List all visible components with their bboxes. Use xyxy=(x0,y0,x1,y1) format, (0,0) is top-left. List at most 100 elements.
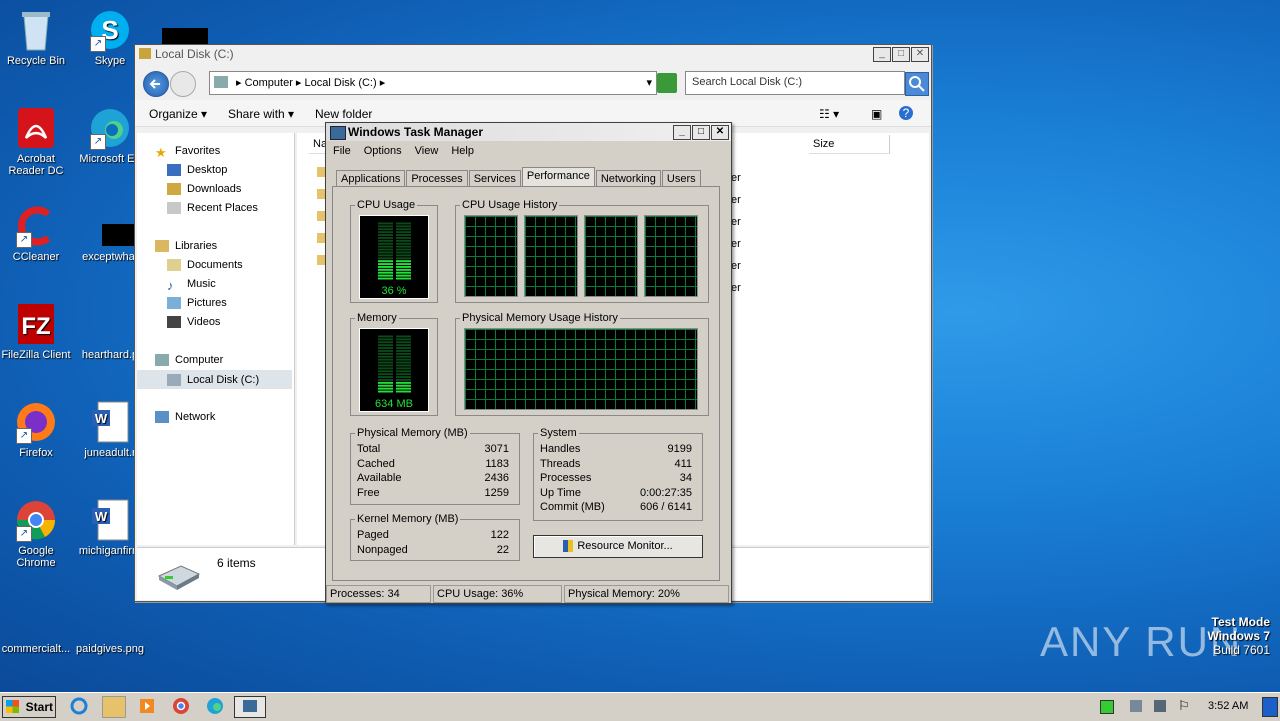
nav-libraries[interactable]: Libraries xyxy=(155,240,217,252)
desktop-icon-label: Acrobat Reader DC xyxy=(8,153,64,177)
preview-pane-icon[interactable]: ▣ xyxy=(871,107,882,121)
nav-recent-places[interactable]: Recent Places xyxy=(167,202,258,214)
forward-button[interactable] xyxy=(170,71,196,97)
chevron-down-icon[interactable]: ▾ xyxy=(646,76,652,89)
start-button[interactable]: Start xyxy=(2,696,56,718)
minimize-button[interactable]: _ xyxy=(673,125,691,140)
meter-bar-lit xyxy=(378,387,393,390)
nav-label: Network xyxy=(175,411,216,423)
desktop-icon-ccleaner[interactable]: ↗ CCleaner xyxy=(0,204,72,263)
desktop-icon-filezilla[interactable]: FZ FileZilla Client xyxy=(0,302,72,361)
clock[interactable]: 3:52 AM xyxy=(1208,700,1248,712)
nav-network[interactable]: Network xyxy=(155,411,215,423)
table-row[interactable]: er xyxy=(731,189,741,211)
display-icon[interactable] xyxy=(1130,700,1142,712)
meter-bar-unlit xyxy=(378,364,393,367)
folder-icon xyxy=(317,167,325,277)
physical-memory-history-group: Physical Memory Usage History xyxy=(455,312,709,416)
table-row[interactable]: er xyxy=(731,277,741,299)
nav-desktop[interactable]: Desktop xyxy=(167,164,227,176)
meter-bar-unlit xyxy=(396,231,411,234)
flag-icon[interactable]: ⚐ xyxy=(1178,698,1190,714)
meter-bar-lit xyxy=(378,266,393,268)
network-status-icon[interactable] xyxy=(1100,700,1114,714)
meter-bar-unlit xyxy=(396,257,411,260)
breadcrumb-local-disk[interactable]: Local Disk (C:) xyxy=(305,77,377,89)
nav-videos[interactable]: Videos xyxy=(167,316,220,328)
nav-downloads[interactable]: Downloads xyxy=(167,183,241,195)
nav-favorites[interactable]: ★ Favorites xyxy=(155,145,220,160)
filezilla-icon: FZ xyxy=(14,302,58,346)
breadcrumb-computer[interactable]: Computer xyxy=(245,77,293,89)
table-row[interactable]: er xyxy=(731,233,741,255)
stat-value: 2436 xyxy=(484,472,509,484)
physical-memory-group: Physical Memory (MB) Total 3071 Cached 118… xyxy=(350,427,520,505)
search-input[interactable]: Search Local Disk (C:) xyxy=(685,71,905,95)
refresh-button[interactable] xyxy=(657,73,677,93)
table-row[interactable]: er xyxy=(731,255,741,277)
share-with-button[interactable]: Share with ▾ xyxy=(228,107,294,121)
libraries-icon xyxy=(155,240,169,252)
menu-options[interactable]: Options xyxy=(364,145,402,157)
meter-bar-unlit xyxy=(378,355,393,358)
search-icon[interactable] xyxy=(905,72,929,96)
minimize-button[interactable]: _ xyxy=(873,47,891,62)
meter-bar-unlit xyxy=(396,234,411,236)
nav-music[interactable]: ♪ Music xyxy=(167,278,216,293)
meter-bar-unlit xyxy=(378,338,393,341)
desktop-icon-acrobat[interactable]: Acrobat Reader DC xyxy=(0,106,72,177)
desktop-icon-paidgives[interactable]: paidgives.png xyxy=(74,600,146,655)
file-icon xyxy=(88,302,132,346)
nav-pictures[interactable]: Pictures xyxy=(167,297,227,309)
meter-bar-unlit xyxy=(378,231,393,234)
help-icon[interactable]: ? xyxy=(899,106,913,120)
task-manager-taskbar-button[interactable] xyxy=(234,696,266,718)
meter-bar-unlit xyxy=(396,350,411,352)
network-icon xyxy=(155,411,169,423)
menu-view[interactable]: View xyxy=(415,145,439,157)
media-player-icon[interactable] xyxy=(136,696,158,716)
close-button[interactable]: ✕ xyxy=(711,125,729,140)
meter-bar-unlit xyxy=(396,222,411,225)
meter-bar-unlit xyxy=(396,358,411,361)
address-bar[interactable]: ▸ Computer ▸ Local Disk (C:) ▸ ▾ xyxy=(209,71,657,95)
nav-local-disk[interactable]: Local Disk (C:) xyxy=(137,370,292,389)
chrome-icon[interactable] xyxy=(170,696,192,716)
maximize-button[interactable]: □ xyxy=(692,125,710,140)
close-button[interactable]: ✕ xyxy=(911,47,929,62)
desktop-icon-firefox[interactable]: ↗ Firefox xyxy=(0,400,72,459)
internet-explorer-icon[interactable] xyxy=(68,696,90,716)
maximize-button[interactable]: □ xyxy=(892,47,910,62)
system-tray: ⚐ xyxy=(1094,696,1224,716)
menu-help[interactable]: Help xyxy=(451,145,474,157)
organize-button[interactable]: Organize ▾ xyxy=(149,107,207,121)
meter-bar-unlit xyxy=(378,347,393,349)
table-row[interactable]: er xyxy=(731,211,741,233)
desktop-icon-chrome[interactable]: ↗ Google Chrome xyxy=(0,498,72,569)
network-icon[interactable] xyxy=(1154,700,1166,712)
nav-documents[interactable]: Documents xyxy=(167,259,243,271)
explorer-taskbar-button[interactable] xyxy=(102,696,126,718)
table-row[interactable]: er xyxy=(731,167,741,189)
desktop-icon-label: FileZilla Client xyxy=(1,349,71,361)
desktop-icon-label: Microsoft Ed xyxy=(79,153,141,165)
explorer-titlebar[interactable]: Local Disk (C:) _ □ ✕ xyxy=(135,45,931,63)
edge-icon[interactable] xyxy=(204,696,226,716)
desktop-icon-commercialt[interactable]: commercialt... xyxy=(0,600,72,655)
menu-file[interactable]: File xyxy=(333,145,351,157)
desktop-icon-recycle-bin[interactable]: Recycle Bin xyxy=(0,8,72,67)
column-header-size[interactable]: Size xyxy=(809,135,890,154)
nav-label: Computer xyxy=(175,354,224,366)
meter-bar-lit xyxy=(396,260,411,263)
show-desktop-button[interactable] xyxy=(1262,697,1278,717)
desktop-icon-label: hearthard.p xyxy=(81,349,139,361)
new-folder-button[interactable]: New folder xyxy=(315,107,372,121)
nav-computer[interactable]: Computer xyxy=(155,354,223,366)
windows-logo-icon xyxy=(6,700,19,713)
desktop-icon-label: Skype xyxy=(94,55,126,67)
back-button[interactable] xyxy=(143,71,169,97)
view-options-icon[interactable]: ☷ ▾ xyxy=(819,107,839,121)
svg-text:FZ: FZ xyxy=(21,313,50,340)
resource-monitor-button[interactable]: Resource Monitor... xyxy=(533,535,703,558)
task-manager-titlebar[interactable]: Windows Task Manager _ □ ✕ xyxy=(326,123,731,141)
